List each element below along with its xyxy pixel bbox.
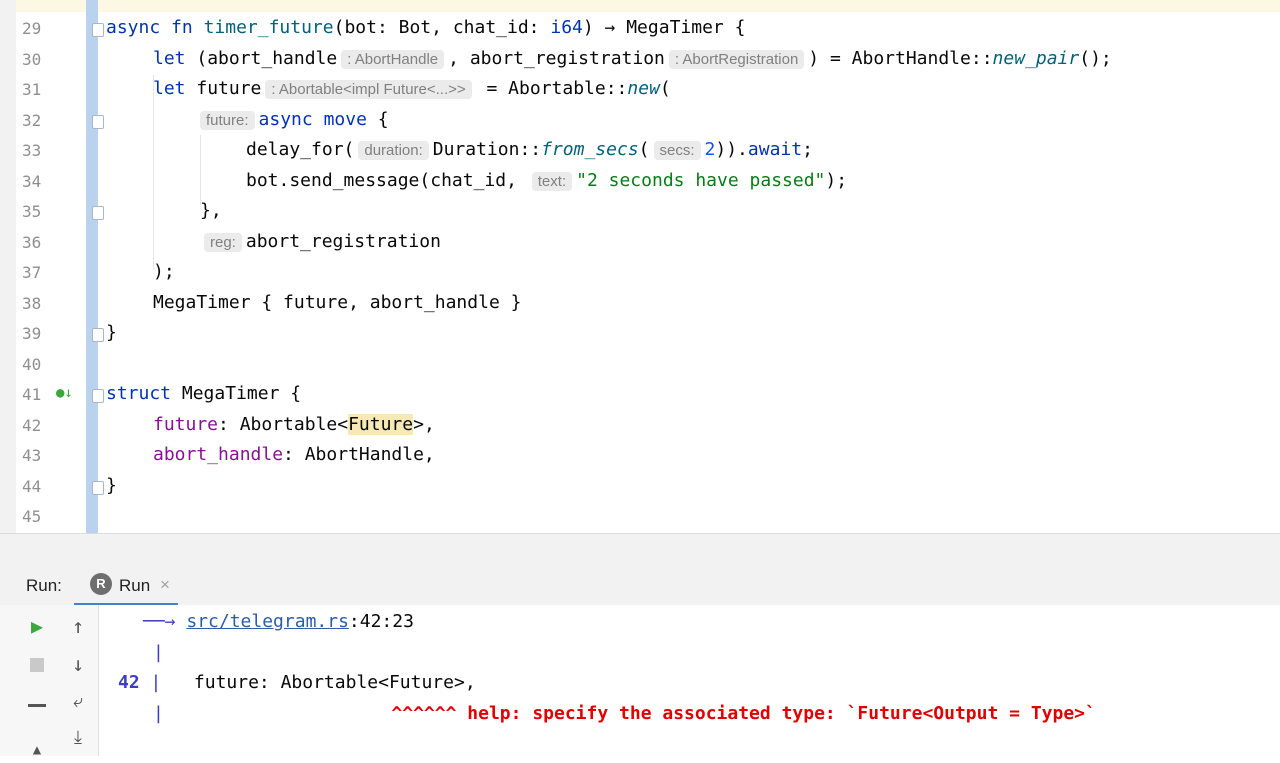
fold-icon[interactable] (92, 23, 104, 37)
inlay-hint: duration: (358, 141, 429, 160)
code-text: ); (153, 261, 175, 282)
run-panel-label: Run: (26, 576, 62, 595)
close-icon[interactable]: × (160, 575, 170, 595)
fold-icon[interactable] (92, 115, 104, 129)
code-line: 44 } (16, 471, 1280, 501)
code-line: 45 (16, 501, 1280, 531)
line-number: 37 (22, 263, 42, 282)
code-text: reg: abort_registration (200, 231, 441, 252)
line-number: 31 (22, 80, 42, 99)
code-text: async fn timer_future(bot: Bot, chat_id:… (106, 17, 746, 38)
run-toolbar-right: ↑ ↓ ⤶ ⤓ (58, 605, 99, 756)
inlay-hint: future: (200, 111, 255, 130)
line-number: 44 (22, 477, 42, 496)
panel-splitter[interactable] (0, 533, 1280, 566)
code-line: 42 future: Abortable<Future>, (16, 410, 1280, 440)
tab-run[interactable]: R Run × (74, 565, 178, 606)
down-arrow-icon[interactable]: ↓ (65, 651, 91, 677)
code-line: 31 let future: Abortable<impl Future<...… (16, 74, 1280, 104)
inlay-hint: text: (531, 172, 573, 191)
line-number: 41 (22, 385, 42, 404)
line-number: 39 (22, 324, 42, 343)
code-line: 29 async fn timer_future(bot: Bot, chat_… (16, 13, 1280, 43)
tab-label: Run (119, 576, 151, 595)
code-text: } (106, 322, 117, 343)
code-text: let (abort_handle: AbortHandle, abort_re… (153, 48, 1112, 69)
code-line: 43 abort_handle: AbortHandle, (16, 440, 1280, 470)
line-number: 38 (22, 294, 42, 313)
error-highlight: Future (348, 414, 414, 435)
line-number: 34 (22, 172, 42, 191)
code-text: let future: Abortable<impl Future<...>> … (153, 78, 671, 99)
editor-left-strip (0, 0, 16, 533)
code-text: future: async move { (196, 109, 389, 130)
current-line-highlight (16, 0, 1280, 12)
code-line: 38 MegaTimer { future, abort_handle } (16, 288, 1280, 318)
soft-wrap-icon[interactable]: ⤶ (65, 689, 91, 715)
code-line: 32 future: async move { (16, 105, 1280, 135)
inlay-hint: reg: (204, 233, 242, 252)
code-text: }, (200, 200, 222, 221)
implemented-icon[interactable]: ●↓ (56, 385, 73, 401)
code-line: 41 ●↓ struct MegaTimer { (16, 379, 1280, 409)
output-code-line: 42 | future: Abortable<Future>, (118, 672, 476, 693)
file-link[interactable]: src/telegram.rs (186, 611, 349, 632)
run-toolbar-left: ▶ ▲ (0, 605, 59, 758)
line-number: 45 (22, 507, 42, 526)
code-line: 33 delay_for(duration: Duration::from_sec… (16, 135, 1280, 165)
stop-icon[interactable] (24, 650, 50, 676)
output-location-line: ──→ src/telegram.rs:42:23 (143, 611, 414, 632)
rust-icon: R (90, 573, 112, 595)
line-number: 43 (22, 446, 42, 465)
code-text: delay_for(duration: Duration::from_secs(s… (246, 139, 813, 160)
line-number: 40 (22, 355, 42, 374)
line-number: 42 (22, 416, 42, 435)
line-number: 35 (22, 202, 42, 221)
output-pipe: | (153, 642, 164, 663)
line-number: 30 (22, 50, 42, 69)
fold-icon[interactable] (92, 389, 104, 403)
code-line: 39 } (16, 318, 1280, 348)
line-number: 36 (22, 233, 42, 252)
run-tool-window-header: Run: R Run × (0, 565, 1280, 606)
play-icon[interactable]: ▶ (24, 613, 50, 639)
layout-icon[interactable] (24, 697, 50, 723)
up-arrow-icon[interactable]: ↑ (65, 613, 91, 639)
code-line: 40 (16, 349, 1280, 379)
code-line: 30 let (abort_handle: AbortHandle, abort… (16, 44, 1280, 74)
inlay-hint: : AbortHandle (341, 50, 445, 69)
scroll-to-end-icon[interactable]: ⤓ (65, 725, 91, 751)
fold-icon[interactable] (92, 328, 104, 342)
line-number: 32 (22, 111, 42, 130)
code-line: 37 ); (16, 257, 1280, 287)
fold-icon[interactable] (92, 481, 104, 495)
code-line: 35 }, (16, 196, 1280, 226)
code-text: future: Abortable<Future>, (153, 414, 435, 435)
inlay-hint: : Abortable<impl Future<...>> (265, 80, 472, 99)
fold-icon[interactable] (92, 206, 104, 220)
code-line: 34 bot.send_message(chat_id, text: "2 sec… (16, 166, 1280, 196)
output-help-line: | ^^^^^^ help: specify the associated ty… (153, 703, 1096, 724)
code-editor[interactable]: 29 async fn timer_future(bot: Bot, chat_… (0, 0, 1280, 533)
code-text: MegaTimer { future, abort_handle } (153, 292, 522, 313)
pin-icon[interactable]: ▲ (24, 737, 50, 763)
run-output-panel: ▶ ▲ ↑ ↓ ⤶ ⤓ ──→ src/telegram.rs:42:23 | … (0, 605, 1280, 758)
inlay-hint: secs: (653, 141, 701, 160)
line-number: 33 (22, 141, 42, 160)
code-text: } (106, 475, 117, 496)
code-text: abort_handle: AbortHandle, (153, 444, 435, 465)
inlay-hint: : AbortRegistration (668, 50, 805, 69)
code-text: struct MegaTimer { (106, 383, 302, 404)
line-number: 29 (22, 19, 42, 38)
code-line: 36 reg: abort_registration (16, 227, 1280, 257)
code-text: bot.send_message(chat_id, text: "2 second… (246, 170, 848, 191)
